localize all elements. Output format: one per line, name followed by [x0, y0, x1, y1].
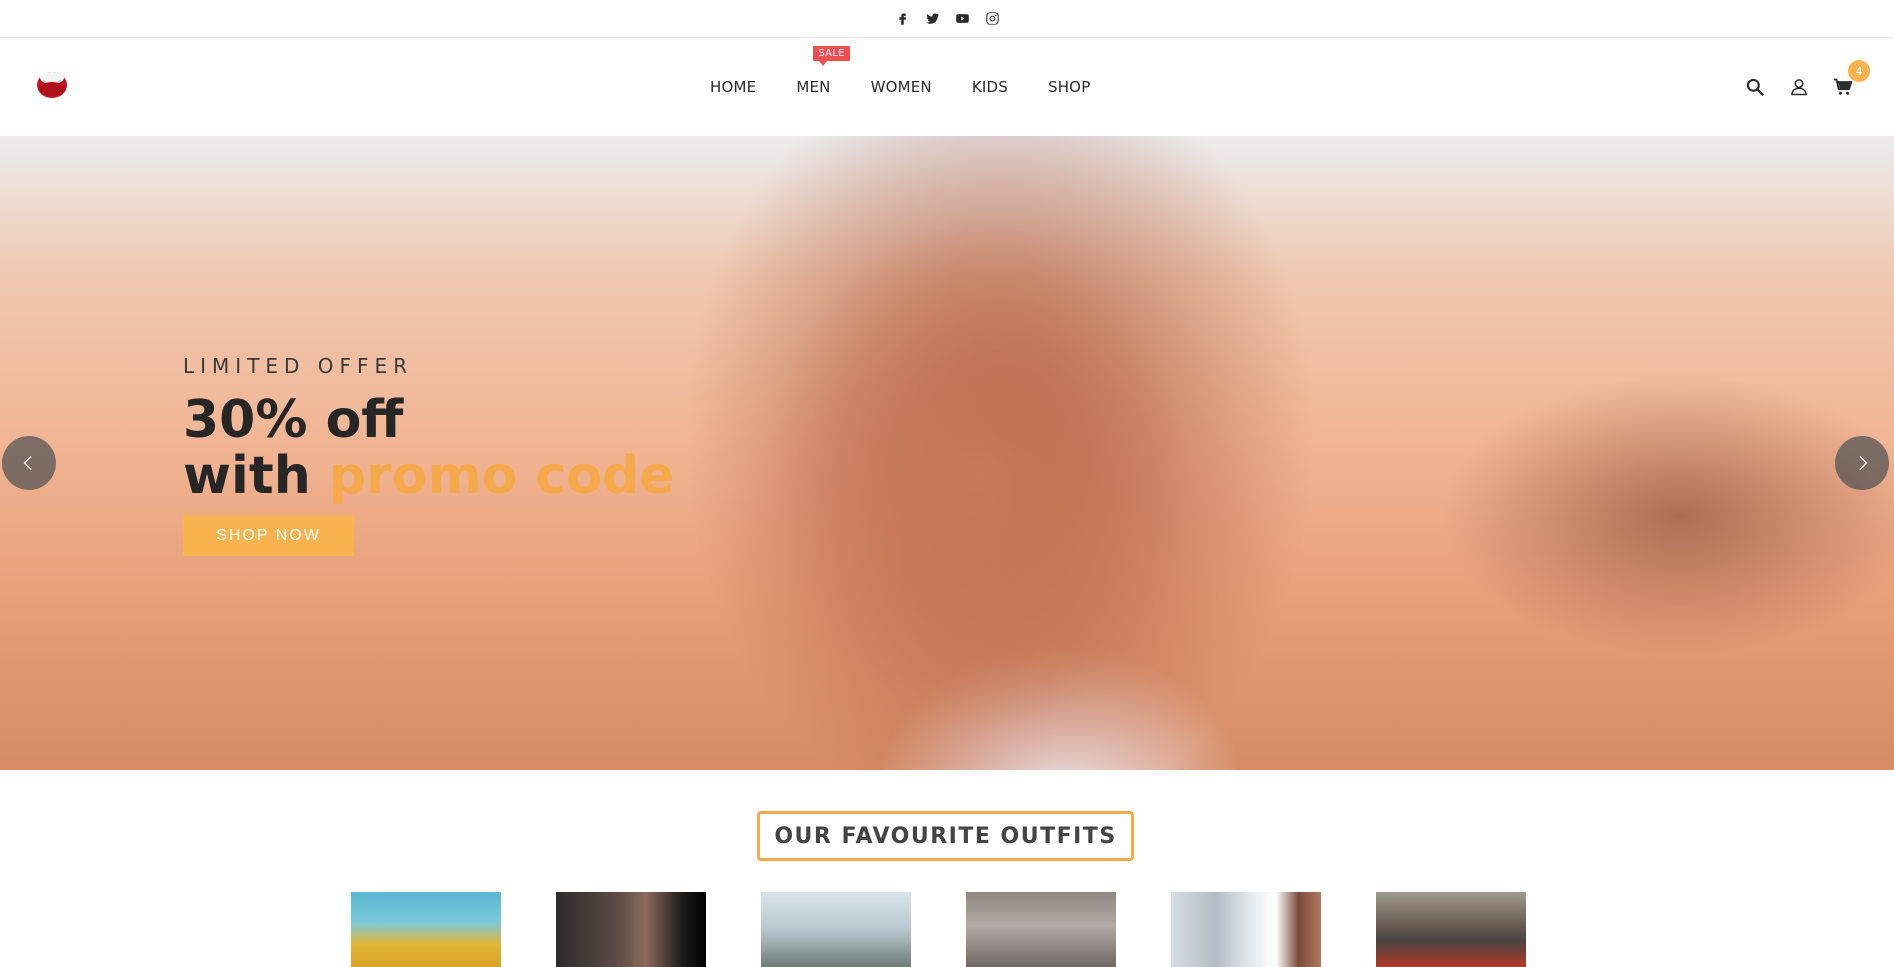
youtube-icon[interactable] — [954, 11, 970, 27]
hero-title-line2: with promo code — [183, 448, 675, 504]
hero-title-highlight: promo code — [328, 446, 675, 506]
logo[interactable] — [36, 68, 68, 100]
twitter-icon[interactable] — [924, 11, 940, 27]
outfit-thumbnail[interactable] — [966, 892, 1116, 967]
nav-item-label: MEN — [796, 78, 831, 96]
main-nav: HOME SALE MEN WOMEN KIDS SHOP — [710, 38, 1130, 136]
site-header: HOME SALE MEN WOMEN KIDS SHOP 4 — [0, 38, 1894, 136]
nav-item-home[interactable]: HOME — [710, 78, 756, 96]
hero-title: 30% off with promo code — [183, 392, 675, 504]
chevron-right-icon — [1859, 455, 1868, 471]
nav-item-label: HOME — [710, 78, 757, 96]
nav-item-men[interactable]: SALE MEN — [796, 46, 850, 96]
search-icon[interactable] — [1744, 76, 1766, 98]
nav-item-kids[interactable]: KIDS — [972, 78, 1008, 96]
hero-content: LIMITED OFFER 30% off with promo code — [183, 354, 675, 504]
hero-title-line1: 30% off — [183, 390, 404, 450]
nav-item-label: SHOP — [1047, 78, 1091, 96]
section-title: OUR FAVOURITE OUTFITS — [757, 811, 1134, 861]
outfit-thumbnail[interactable] — [351, 892, 501, 967]
shop-now-button[interactable]: SHOP NOW — [183, 515, 354, 556]
outfit-thumbnail[interactable] — [1171, 892, 1321, 967]
hero-eyebrow: LIMITED OFFER — [183, 354, 414, 378]
outfit-thumbnail[interactable] — [761, 892, 911, 967]
outfit-thumbnail[interactable] — [556, 892, 706, 967]
header-actions: 4 — [1744, 38, 1870, 136]
social-bar — [0, 0, 1894, 38]
instagram-icon[interactable] — [984, 11, 1000, 27]
nav-item-label: KIDS — [971, 78, 1008, 96]
nav-item-label: WOMEN — [870, 78, 932, 96]
cart-count-badge: 4 — [1848, 60, 1870, 82]
sale-badge: SALE — [813, 46, 850, 66]
slider-prev-button[interactable] — [2, 436, 56, 490]
user-icon[interactable] — [1788, 76, 1810, 98]
hero-title-prefix: with — [183, 446, 311, 506]
cart-icon[interactable]: 4 — [1832, 60, 1870, 98]
outfit-thumbnail[interactable] — [1376, 892, 1526, 967]
outfit-gallery — [351, 892, 1526, 967]
hero-slider: LIMITED OFFER 30% off with promo code SH… — [0, 136, 1894, 770]
nav-item-women[interactable]: WOMEN — [871, 78, 932, 96]
slider-next-button[interactable] — [1835, 436, 1889, 490]
chevron-left-icon — [23, 455, 32, 471]
facebook-icon[interactable] — [894, 11, 910, 27]
nav-item-shop[interactable]: SHOP — [1048, 78, 1090, 96]
